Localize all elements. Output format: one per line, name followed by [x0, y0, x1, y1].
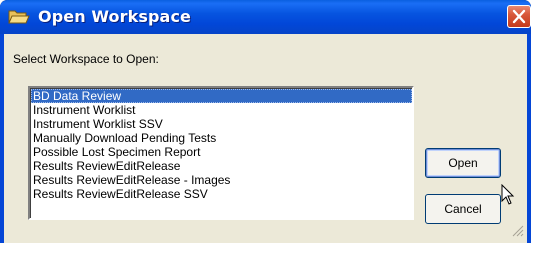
- list-item[interactable]: Results ReviewEditRelease: [31, 159, 412, 173]
- cancel-button[interactable]: Cancel: [425, 194, 501, 224]
- window-frame-right: [527, 34, 531, 243]
- close-icon: [512, 9, 526, 24]
- list-item[interactable]: Instrument Worklist SSV: [31, 117, 412, 131]
- mouse-pointer-icon: [501, 183, 515, 210]
- open-button[interactable]: Open: [425, 148, 501, 178]
- list-item[interactable]: Results ReviewEditRelease SSV: [31, 187, 412, 201]
- resize-grip-icon[interactable]: [510, 222, 524, 241]
- workspace-list: BD Data Review Instrument Worklist Instrum…: [31, 89, 412, 218]
- list-item[interactable]: BD Data Review: [31, 89, 412, 103]
- select-workspace-label: Select Workspace to Open:: [13, 52, 159, 66]
- open-workspace-window: Open Workspace Select Workspace to Open:…: [0, 0, 531, 243]
- list-item[interactable]: Instrument Worklist: [31, 103, 412, 117]
- list-item[interactable]: Results ReviewEditRelease - Images: [31, 173, 412, 187]
- title-bar[interactable]: Open Workspace: [0, 0, 531, 34]
- dialog-body: Select Workspace to Open: BD Data Review…: [4, 34, 527, 243]
- window-title: Open Workspace: [38, 7, 191, 26]
- workspace-listbox[interactable]: BD Data Review Instrument Worklist Instrum…: [28, 86, 414, 220]
- list-item[interactable]: Manually Download Pending Tests: [31, 131, 412, 145]
- list-item[interactable]: Possible Lost Specimen Report: [31, 145, 412, 159]
- folder-open-icon: [8, 8, 30, 25]
- close-button[interactable]: [507, 5, 531, 28]
